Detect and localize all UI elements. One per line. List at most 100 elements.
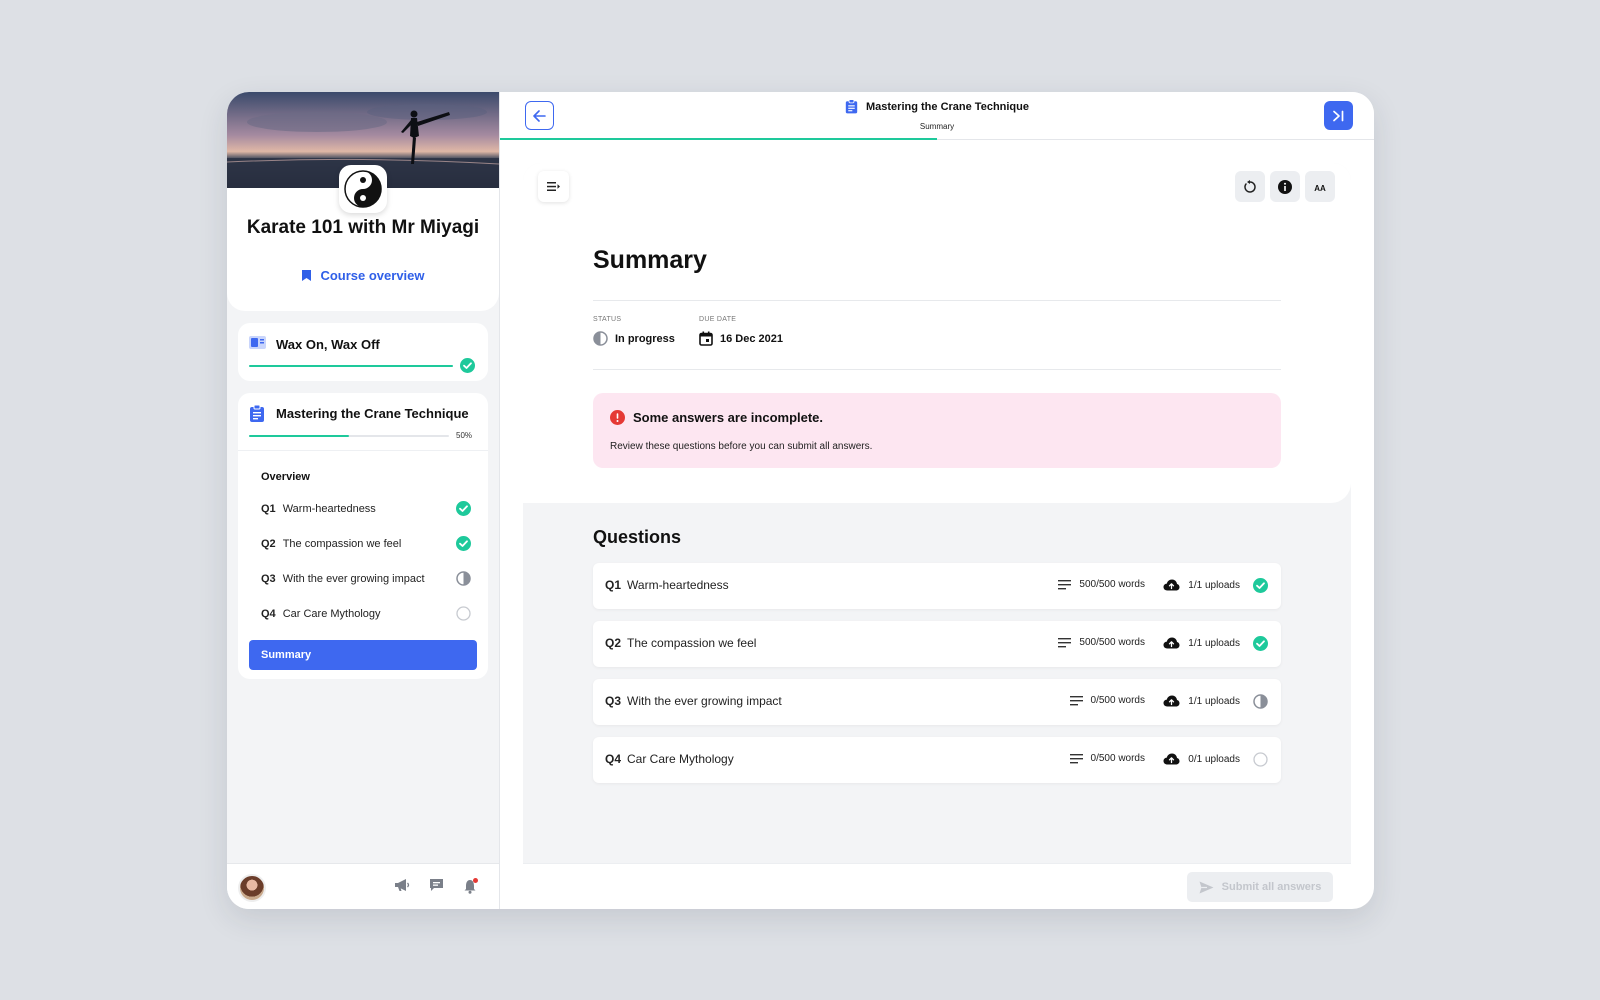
main-content: AA Summary STATUS In progress DUE DATE 1… xyxy=(523,163,1351,909)
module-card-crane: Mastering the Crane Technique 50% Overvi… xyxy=(238,393,488,679)
nav-item-q2[interactable]: Q2 The compassion we feel xyxy=(261,533,471,555)
summary-panel: AA Summary STATUS In progress DUE DATE 1… xyxy=(523,163,1351,503)
top-bar: Mastering the Crane Technique Summary xyxy=(500,92,1374,140)
upload-count-text: 1/1 uploads xyxy=(1188,637,1240,649)
check-circle-icon xyxy=(456,536,471,554)
question-number: Q2 xyxy=(605,636,622,650)
course-card: Karate 101 with Mr Miyagi Course overvie… xyxy=(227,92,499,311)
page-progress-bar xyxy=(500,138,1374,140)
question-label: Q3 With the ever growing impact xyxy=(605,694,782,708)
due-date-text: 16 Dec 2021 xyxy=(720,332,783,345)
nav-item-q1[interactable]: Q1 Warm-heartedness xyxy=(261,498,471,520)
sidebar: Karate 101 with Mr Miyagi Course overvie… xyxy=(227,92,500,909)
app-window: Karate 101 with Mr Miyagi Course overvie… xyxy=(227,92,1374,909)
question-number: Q3 xyxy=(605,694,622,708)
submit-label: Submit all answers xyxy=(1221,881,1322,893)
question-row-q1[interactable]: Q1 Warm-heartedness 500/500 words 1/1 upl… xyxy=(593,563,1281,609)
alert-text: Review these questions before you can su… xyxy=(610,441,873,452)
word-count-text: 500/500 words xyxy=(1079,637,1145,648)
cloud-upload-icon xyxy=(1163,579,1180,591)
question-title: The compassion we feel xyxy=(627,636,757,650)
nav-item-q3[interactable]: Q3 With the ever growing impact xyxy=(261,568,471,590)
clipboard-icon xyxy=(249,404,265,427)
question-row-q4[interactable]: Q4 Car Care Mythology 0/500 words 0/1 upl… xyxy=(593,737,1281,783)
nav-item-q4[interactable]: Q4 Car Care Mythology xyxy=(261,603,471,625)
page-title-text: Mastering the Crane Technique xyxy=(866,100,1029,113)
question-title: With the ever growing impact xyxy=(627,694,782,708)
course-overview-link[interactable]: Course overview xyxy=(227,268,499,283)
question-number: Q2 xyxy=(261,538,276,550)
question-number: Q4 xyxy=(261,608,276,620)
course-title: Karate 101 with Mr Miyagi xyxy=(246,217,480,238)
text-lines-icon xyxy=(1069,695,1083,705)
upload-count: 1/1 uploads xyxy=(1163,637,1240,649)
calendar-icon xyxy=(699,331,713,346)
module-card-wax-on[interactable]: Wax On, Wax Off xyxy=(238,323,488,381)
check-circle-icon xyxy=(1253,578,1268,598)
word-count-text: 0/500 words xyxy=(1090,753,1145,764)
cloud-upload-icon xyxy=(1163,695,1180,707)
sidebar-footer xyxy=(227,863,499,909)
alert-title-text: Some answers are incomplete. xyxy=(633,410,824,425)
chat-icon[interactable] xyxy=(429,878,444,897)
font-size-button[interactable]: AA xyxy=(1305,171,1335,202)
word-count: 500/500 words xyxy=(1058,579,1145,590)
next-button[interactable] xyxy=(1324,101,1353,130)
question-number: Q4 xyxy=(605,752,622,766)
reset-icon xyxy=(1244,179,1256,193)
send-icon xyxy=(1199,881,1214,893)
module-title: Wax On, Wax Off xyxy=(276,337,380,352)
question-row-q2[interactable]: Q2 The compassion we feel 500/500 words 1… xyxy=(593,621,1281,667)
question-label: Q4 Car Care Mythology xyxy=(605,752,734,766)
reset-button[interactable] xyxy=(1235,171,1265,202)
cloud-upload-icon xyxy=(1163,753,1180,765)
module-progress-fill xyxy=(249,435,349,437)
text-lines-icon xyxy=(1058,637,1072,647)
check-circle-icon xyxy=(456,501,471,519)
content-footer: Submit all answers xyxy=(523,863,1351,909)
question-number: Q1 xyxy=(261,503,276,515)
bookmark-icon xyxy=(302,270,312,281)
megaphone-icon[interactable] xyxy=(394,878,410,897)
word-count: 0/500 words xyxy=(1069,753,1145,764)
question-title: Warm-heartedness xyxy=(627,578,729,592)
due-date-value: 16 Dec 2021 xyxy=(699,331,783,346)
half-circle-icon xyxy=(1253,694,1268,714)
info-icon xyxy=(1278,179,1292,194)
clipboard-icon xyxy=(845,99,858,114)
document-icon xyxy=(249,336,266,354)
user-avatar[interactable] xyxy=(238,874,266,902)
bell-icon[interactable] xyxy=(463,878,479,899)
font-size-label: AA xyxy=(1314,183,1326,193)
page-title: Mastering the Crane Technique xyxy=(500,99,1374,114)
module-progress-percent: 50% xyxy=(456,431,473,440)
questions-heading: Questions xyxy=(593,527,682,547)
question-number: Q1 xyxy=(605,578,622,592)
half-circle-icon xyxy=(456,571,471,589)
question-title: Car Care Mythology xyxy=(282,608,381,620)
nav-item-summary[interactable]: Summary xyxy=(249,640,477,670)
question-label: Q2 The compassion we feel xyxy=(605,636,756,650)
question-row-q3[interactable]: Q3 With the ever growing impact 0/500 wor… xyxy=(593,679,1281,725)
question-title: Warm-heartedness xyxy=(282,503,376,515)
upload-count: 0/1 uploads xyxy=(1163,753,1240,765)
upload-count-text: 1/1 uploads xyxy=(1188,579,1240,591)
check-circle-icon xyxy=(460,358,475,378)
upload-count: 1/1 uploads xyxy=(1163,579,1240,591)
question-title: With the ever growing impact xyxy=(282,573,425,585)
cloud-upload-icon xyxy=(1163,637,1180,649)
text-lines-icon xyxy=(1058,579,1072,589)
course-overview-label: Course overview xyxy=(320,268,425,283)
due-date-label: DUE DATE xyxy=(699,316,737,323)
status-label: STATUS xyxy=(593,316,622,323)
status-text: In progress xyxy=(615,332,675,345)
info-button[interactable] xyxy=(1270,171,1300,202)
divider xyxy=(238,450,488,451)
submit-all-answers-button[interactable]: Submit all answers xyxy=(1187,872,1333,902)
toggle-outline-button[interactable] xyxy=(538,171,569,202)
question-title: Car Care Mythology xyxy=(627,752,734,766)
empty-circle-icon xyxy=(1253,752,1268,772)
nav-item-overview[interactable]: Overview xyxy=(261,471,310,483)
question-number: Q3 xyxy=(261,573,276,585)
status-value: In progress xyxy=(593,331,675,346)
